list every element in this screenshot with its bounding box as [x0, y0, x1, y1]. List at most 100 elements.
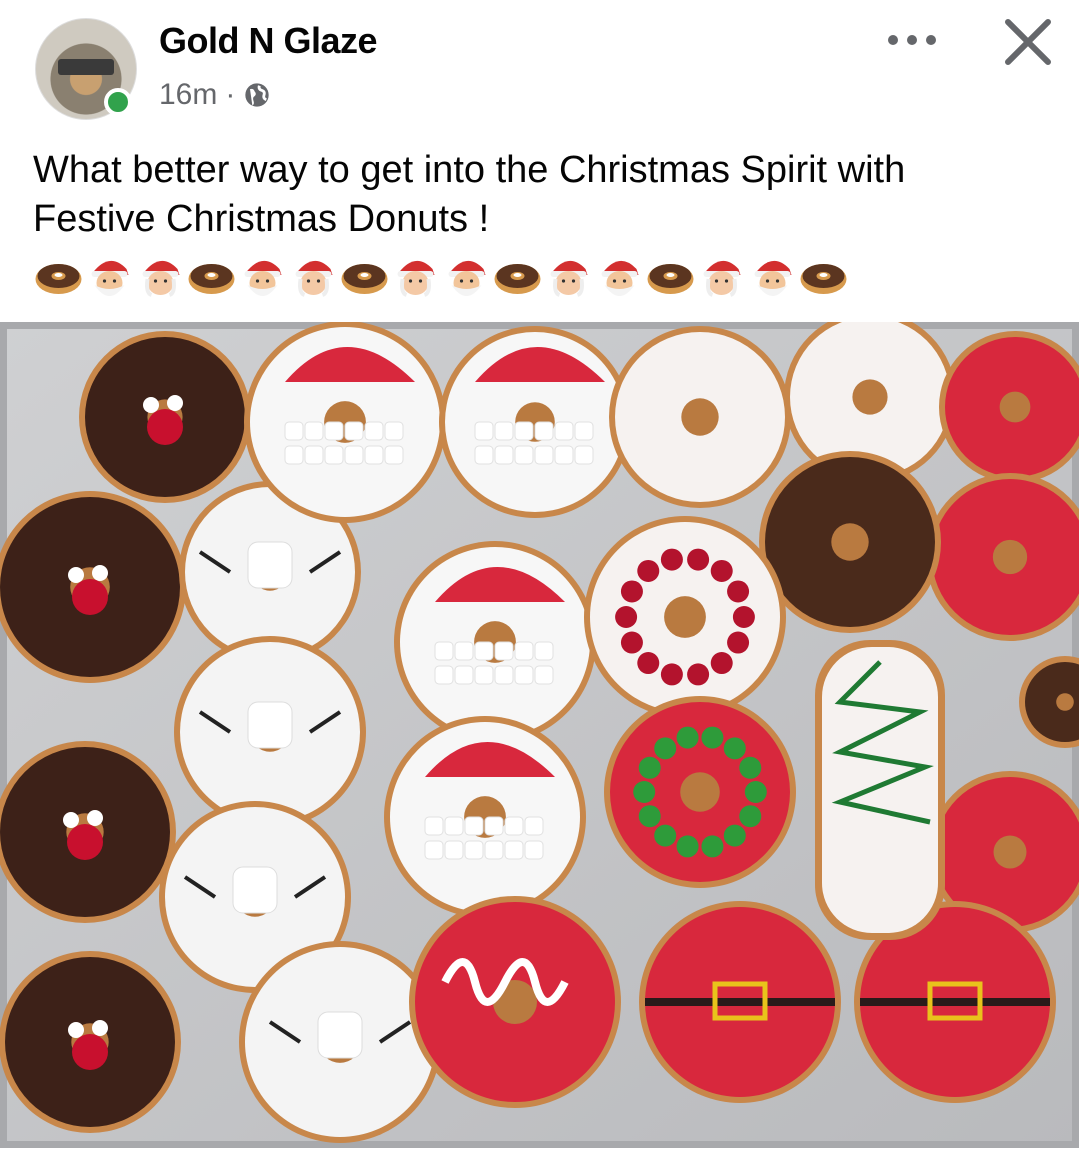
- candy: [654, 737, 677, 760]
- candy: [739, 756, 762, 779]
- candy: [660, 663, 683, 686]
- post-meta: 16m ·: [159, 78, 271, 112]
- marshmallow: [484, 840, 504, 860]
- santa-woman-emoji: [550, 260, 592, 297]
- snowman-head: [232, 866, 278, 914]
- reindeer-nose: [147, 409, 183, 445]
- reindeer-eye: [63, 812, 79, 828]
- more-options-button[interactable]: [884, 20, 940, 60]
- marshmallow: [524, 840, 544, 860]
- reindeer-eye: [92, 565, 108, 581]
- donut-hole: [993, 835, 1027, 869]
- snowman-head: [247, 541, 293, 589]
- marshmallow: [444, 840, 464, 860]
- candy: [676, 726, 699, 749]
- santa-man-emoji: [91, 260, 133, 296]
- marshmallow: [574, 421, 594, 441]
- candy: [710, 559, 733, 582]
- doughnut-emoji: [800, 264, 847, 294]
- marshmallow: [534, 445, 554, 465]
- post-time[interactable]: 16m: [159, 78, 217, 112]
- marshmallow: [424, 816, 444, 836]
- reindeer-eye: [68, 1022, 84, 1038]
- marshmallow: [534, 665, 554, 685]
- reindeer-eye: [167, 395, 183, 411]
- doughnut-emoji: [647, 264, 694, 294]
- santa-woman-emoji: [397, 260, 439, 297]
- reindeer-nose: [72, 579, 108, 615]
- marshmallow: [364, 421, 384, 441]
- candy: [723, 824, 746, 847]
- candy: [638, 805, 661, 828]
- candy: [654, 824, 677, 847]
- post-text-line: What better way to get into the Christma…: [33, 149, 906, 191]
- marshmallow: [514, 421, 534, 441]
- marshmallow: [324, 421, 344, 441]
- reindeer-eye: [87, 810, 103, 826]
- candy: [633, 781, 656, 803]
- close-button[interactable]: [996, 10, 1060, 74]
- donut-hole: [664, 596, 706, 638]
- marshmallow: [284, 445, 304, 465]
- marshmallow: [494, 445, 514, 465]
- marshmallow: [304, 421, 324, 441]
- post-message: What better way to get into the Christma…: [33, 146, 1053, 244]
- reindeer-nose: [72, 1034, 108, 1070]
- candy: [687, 548, 710, 571]
- santa-man-emoji: [754, 260, 796, 296]
- donut-hole: [852, 379, 888, 415]
- marshmallow: [284, 421, 304, 441]
- marshmallow: [514, 641, 534, 661]
- post-photo[interactable]: [0, 322, 1079, 1148]
- marshmallow: [534, 421, 554, 441]
- page-name[interactable]: Gold N Glaze: [159, 20, 378, 62]
- candy: [701, 835, 724, 858]
- candy: [701, 726, 724, 749]
- marshmallow: [324, 445, 344, 465]
- marshmallow: [534, 641, 554, 661]
- santa-man-emoji: [601, 260, 643, 296]
- doughnut-emoji: [188, 264, 235, 294]
- marshmallow: [384, 421, 404, 441]
- candy: [615, 606, 638, 628]
- marshmallow: [524, 816, 544, 836]
- candy: [620, 580, 643, 603]
- marshmallow: [304, 445, 324, 465]
- close-icon: [1005, 19, 1051, 65]
- marshmallow: [494, 665, 514, 685]
- marshmallow: [514, 445, 534, 465]
- donut-hole: [992, 539, 1028, 575]
- donut-hole: [999, 391, 1031, 423]
- donut-hole: [680, 772, 720, 812]
- donut-hole: [681, 398, 719, 436]
- marshmallow: [454, 641, 474, 661]
- candy: [727, 631, 750, 654]
- marshmallow: [424, 840, 444, 860]
- globe-icon: [245, 83, 270, 107]
- marshmallow: [554, 445, 574, 465]
- candy: [727, 580, 750, 603]
- marshmallow: [474, 421, 494, 441]
- santa-man-emoji: [244, 260, 286, 296]
- post-header: Gold N Glaze 16m ·: [0, 0, 1079, 135]
- santa-woman-emoji: [295, 260, 337, 297]
- reindeer-eye: [68, 567, 84, 583]
- marshmallow: [474, 445, 494, 465]
- marshmallow: [384, 445, 404, 465]
- marshmallow: [444, 816, 464, 836]
- reindeer-eye: [92, 1020, 108, 1036]
- marshmallow: [364, 445, 384, 465]
- reindeer-eye: [143, 397, 159, 413]
- santa-woman-emoji: [703, 260, 745, 297]
- candy: [710, 652, 733, 675]
- doughnut-emoji: [341, 264, 388, 294]
- marshmallow: [504, 840, 524, 860]
- post-text-line: Festive Christmas Donuts !: [33, 198, 490, 240]
- marshmallow: [464, 816, 484, 836]
- more-options-icon: [888, 35, 936, 45]
- marshmallow: [434, 641, 454, 661]
- eclair-icing: [822, 647, 938, 933]
- doughnut-emoji: [494, 264, 541, 294]
- marshmallow: [554, 421, 574, 441]
- marshmallow: [494, 421, 514, 441]
